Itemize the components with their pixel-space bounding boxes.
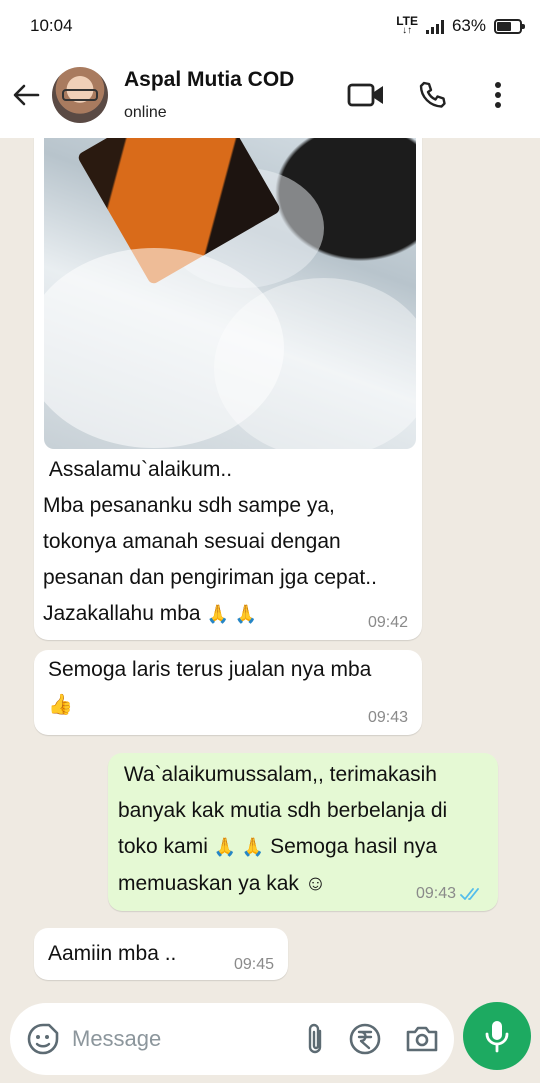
- message-text: Semoga laris terus jualan nya mba: [48, 658, 372, 681]
- avatar[interactable]: [52, 67, 108, 123]
- status-time: 10:04: [30, 16, 73, 35]
- contact-info[interactable]: Aspal Mutia COD online: [124, 68, 344, 122]
- message-bubble-outgoing[interactable]: Wa`alaikumussalam,, terimakasih banyak k…: [108, 753, 498, 911]
- thumbs-up-emoji: 👍: [48, 692, 73, 716]
- contact-status: online: [124, 104, 167, 121]
- chat-header: Aspal Mutia COD online: [0, 52, 540, 138]
- more-vertical-icon: [495, 82, 501, 108]
- video-call-button[interactable]: [344, 73, 388, 117]
- message-time: 09:43: [367, 709, 408, 726]
- back-button[interactable]: [0, 52, 52, 138]
- message-input-container[interactable]: Message: [10, 1003, 454, 1075]
- battery-icon: [494, 18, 525, 34]
- message-text: Aamiin mba ..: [48, 942, 177, 965]
- video-camera-icon: [347, 83, 383, 107]
- message-text: Assalamu`alaikum.. Mba pesananku sdh sam…: [43, 458, 377, 625]
- photo-attachment[interactable]: [44, 138, 416, 449]
- phone-icon: [419, 81, 446, 108]
- signal-icon: [425, 18, 444, 34]
- composer-bar: Message: [0, 1000, 540, 1083]
- message-time: 09:45: [233, 956, 274, 973]
- voice-call-button[interactable]: [410, 73, 454, 117]
- voice-message-button[interactable]: [463, 1002, 531, 1070]
- arrow-left-icon: [13, 84, 40, 106]
- message-input[interactable]: Message: [72, 1026, 304, 1052]
- emoji-sticker-icon[interactable]: [26, 1022, 60, 1056]
- message-bubble-incoming[interactable]: Aamiin mba .. 09:45: [34, 928, 288, 980]
- rupee-payment-icon[interactable]: [348, 1022, 382, 1056]
- status-bar: 10:04 LTE ↓↑ 63%: [0, 0, 540, 52]
- message-bubble-incoming[interactable]: Semoga laris terus jualan nya mba 👍 09:4…: [34, 650, 422, 735]
- lte-icon: LTE ↓↑: [396, 14, 418, 36]
- contact-name: Aspal Mutia COD: [124, 68, 295, 91]
- message-time: 09:43: [416, 885, 484, 903]
- battery-percent: 63%: [451, 16, 486, 35]
- folded-hands-emoji: 🙏 🙏: [213, 837, 265, 858]
- paperclip-icon[interactable]: [304, 1021, 326, 1057]
- message-bubble-incoming[interactable]: Assalamu`alaikum.. Mba pesananku sdh sam…: [34, 138, 422, 640]
- camera-icon[interactable]: [404, 1024, 440, 1054]
- microphone-icon: [485, 1021, 509, 1053]
- double-check-icon: [460, 888, 479, 900]
- chat-area[interactable]: Assalamu`alaikum.. Mba pesananku sdh sam…: [0, 138, 540, 998]
- message-time: 09:42: [367, 614, 408, 631]
- message-text: Wa`alaikumussalam,, terimakasih banyak k…: [118, 763, 448, 895]
- status-icons: LTE ↓↑ 63%: [396, 14, 525, 36]
- folded-hands-emoji: 🙏 🙏: [206, 604, 257, 625]
- more-options-button[interactable]: [476, 73, 520, 117]
